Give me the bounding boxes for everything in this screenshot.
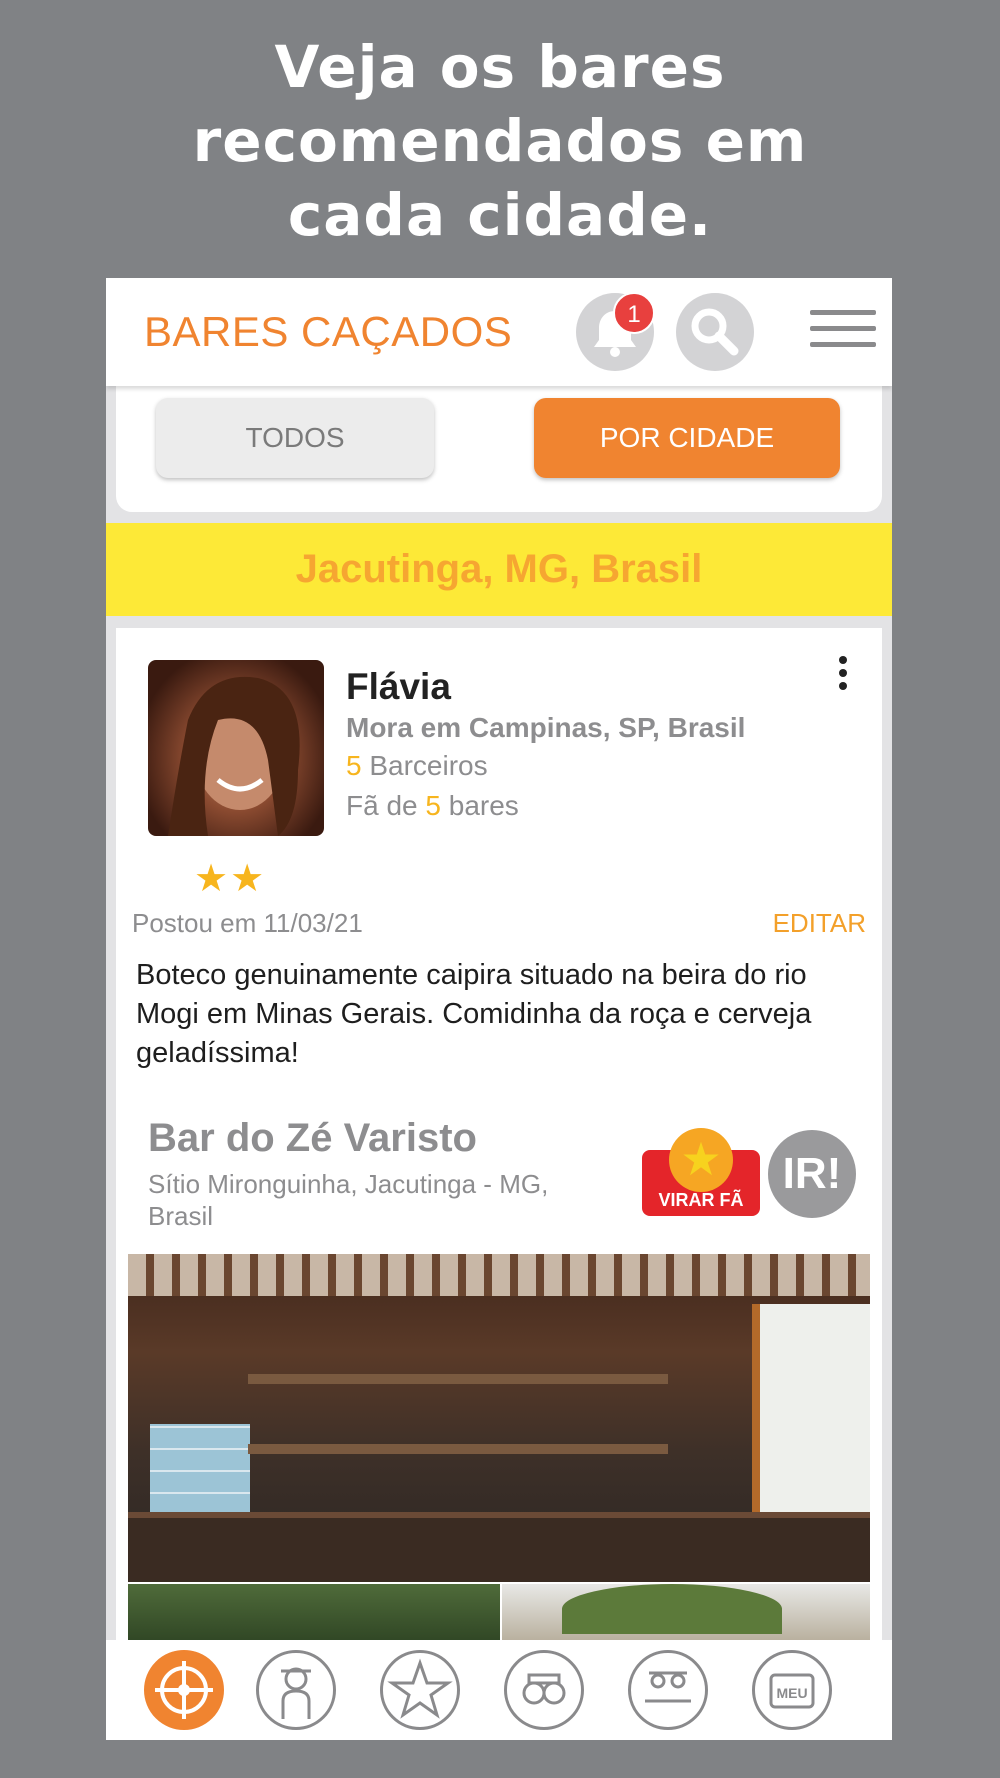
tab-target[interactable]: [144, 1650, 224, 1730]
city-banner: Jacutinga, MG, Brasil: [106, 523, 892, 616]
more-options-icon[interactable]: [836, 656, 850, 700]
meu-icon: MEU: [769, 1673, 815, 1709]
glasses-icon: [522, 1673, 566, 1705]
fan-prefix: Fã de: [346, 790, 426, 821]
headline-line-3: cada cidade.: [287, 181, 713, 249]
bar-name[interactable]: Bar do Zé Varisto: [148, 1116, 477, 1161]
star-icon: [387, 1658, 453, 1719]
author-location: Mora em Campinas, SP, Brasil: [346, 712, 746, 743]
avatar-photo: [168, 676, 300, 836]
fan-star-icon: ★: [669, 1128, 733, 1192]
post-text: Boteco genuinamente caipira situado na b…: [136, 959, 812, 1069]
menu-icon[interactable]: [810, 310, 876, 354]
tab-profile[interactable]: [504, 1650, 584, 1730]
fan-suffix: bares: [440, 790, 519, 821]
tab-favorites[interactable]: [380, 1650, 460, 1730]
meu-label: MEU: [776, 1685, 807, 1701]
headline-line-1: Veja os bares: [274, 33, 726, 101]
barceiros-label: Barceiros: [361, 750, 488, 781]
bottom-tab-bar: MEU: [106, 1640, 892, 1740]
app-title: BARES CAÇADOS: [144, 308, 513, 355]
tab-meu[interactable]: MEU: [752, 1650, 832, 1730]
barceiros-count: 5: [346, 750, 362, 781]
post-card: Flávia Mora em Campinas, SP, Brasil 5 Ba…: [116, 628, 882, 1740]
search-button[interactable]: [676, 293, 754, 371]
tab-hunter[interactable]: [256, 1650, 336, 1730]
notification-badge: 1: [613, 292, 655, 334]
tab-friends[interactable]: [628, 1650, 708, 1730]
filter-all-button[interactable]: TODOS: [156, 398, 434, 478]
promo-headline: Veja os bares recomendados em cada cidad…: [0, 30, 1000, 252]
fan-button-label: VIRAR FÃ: [658, 1190, 744, 1210]
fan-count: 5: [425, 790, 441, 821]
bar-photo-2[interactable]: [128, 1584, 500, 1644]
search-icon: [691, 308, 739, 356]
target-icon: [155, 1661, 213, 1719]
friends-icon: [645, 1671, 691, 1703]
author-name[interactable]: Flávia: [346, 666, 451, 708]
app-bar: BARES CAÇADOS 1: [106, 278, 892, 386]
app-screen: BARES CAÇADOS 1 TODOS POR CIDADE Jacutin…: [106, 278, 892, 1740]
bar-photo-3[interactable]: [502, 1584, 870, 1644]
filter-by-city-button[interactable]: POR CIDADE: [534, 398, 840, 478]
posted-date: Postou em 11/03/21: [132, 908, 363, 938]
go-button[interactable]: IR!: [768, 1130, 856, 1218]
headline-line-2: recomendados em: [192, 107, 808, 175]
hunter-icon: [281, 1667, 311, 1719]
edit-link[interactable]: EDITAR: [773, 908, 866, 939]
filter-card: TODOS POR CIDADE: [116, 386, 882, 512]
bar-address: Sítio Mironguinha, Jacutinga - MG, Brasi…: [148, 1169, 549, 1231]
avatar[interactable]: [148, 660, 324, 836]
author-barceiros: 5 Barceiros: [346, 750, 488, 782]
bar-photo-main[interactable]: [128, 1254, 870, 1582]
rating-stars: ★★: [194, 858, 267, 900]
author-fan-of: Fã de 5 bares: [346, 790, 519, 822]
become-fan-button[interactable]: ★ VIRAR FÃ: [642, 1128, 760, 1222]
